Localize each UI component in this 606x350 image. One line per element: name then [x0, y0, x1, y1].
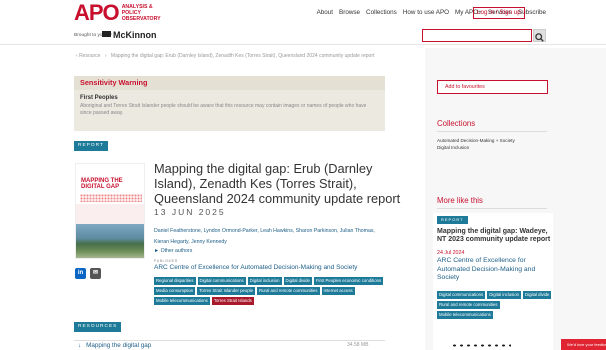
add-to-favourites-button[interactable]: Add to favourites [437, 80, 548, 94]
download-arrow-icon: ↓ [78, 342, 82, 349]
linkedin-icon: in [77, 270, 84, 276]
search-icon [535, 33, 544, 42]
more-divider [437, 208, 547, 209]
logo-subtitle: ANALYSIS & POLICY OBSERVATORY [121, 4, 161, 22]
search-input[interactable] [422, 29, 532, 42]
thumbnail-band [76, 204, 144, 224]
thumbnail-photo [76, 224, 144, 258]
breadcrumb: ‹ Resource › Mapping the digital gap: Er… [76, 53, 374, 59]
collections-list: Automated Decision-Making + Society Digi… [437, 137, 557, 151]
resources-tag: RESOURCES [74, 322, 122, 332]
other-authors-toggle[interactable]: ► Other authors [154, 248, 192, 254]
topic-chip[interactable]: Torres Strait Islands [211, 297, 254, 305]
topic-chip[interactable]: Regional disparities [154, 277, 196, 285]
resources-divider [74, 340, 385, 341]
collections-divider [437, 131, 547, 132]
card-tag: REPORT [437, 216, 468, 224]
report-thumbnail[interactable]: MAPPING THE DIGITAL GAP [75, 163, 145, 259]
nav-how-to-use[interactable]: How to use APO [403, 9, 449, 16]
publisher-label: PUBLISHER [154, 259, 178, 263]
topic-chip[interactable]: Digital inclusion [247, 277, 282, 285]
card-tags: Digital communications Digital inclusion D… [437, 291, 553, 319]
site-header: APO ANALYSIS & POLICY OBSERVATORY About … [0, 0, 606, 26]
collection-item[interactable]: Automated Decision-Making + Society [437, 137, 557, 144]
chevron-right-icon: › [104, 53, 107, 59]
card-publisher[interactable]: ARC Centre of Excellence for Automated D… [437, 257, 552, 283]
logo-wordmark: APO [74, 0, 120, 25]
email-share-button[interactable]: ✉ [90, 268, 101, 279]
card-topic-chip[interactable]: Digital communications [437, 291, 486, 299]
card-topic-chip[interactable]: Digital divide [523, 291, 552, 299]
nav-collections[interactable]: Collections [366, 9, 397, 16]
collections-heading: Collections [437, 119, 476, 128]
email-icon: ✉ [92, 270, 99, 276]
sensitivity-heading: Sensitivity Warning [74, 76, 385, 90]
nav-about[interactable]: About [317, 9, 333, 16]
report-date: 13 JUN 2025 [154, 207, 226, 217]
breadcrumb-current: Mapping the digital gap: Erub (Darnley I… [110, 53, 375, 59]
publisher-link[interactable]: ARC Centre of Excellence for Automated D… [154, 264, 357, 271]
card-topic-chip[interactable]: Digital inclusion [487, 291, 522, 299]
feedback-tab[interactable]: We'd love your feedback [561, 339, 606, 350]
sensitivity-text: Aboriginal and Torres Strait Islander pe… [80, 103, 367, 116]
carousel-dots[interactable] [451, 343, 511, 348]
sponsor-logo[interactable]: McKinnon [102, 30, 157, 40]
topic-chip[interactable]: Internet access [321, 287, 355, 295]
topic-chip[interactable]: Rural and remote communities [257, 287, 320, 295]
resource-file-size: 34.58 MB [347, 342, 369, 348]
card-title[interactable]: Mapping the digital gap: Wadeye, NT 2023… [437, 228, 552, 244]
topic-chip[interactable]: Torres Strait Islander people [197, 287, 256, 295]
resource-file-label: Mapping the digital gap [86, 342, 152, 349]
report-tag: REPORT [74, 141, 108, 151]
thumbnail-title: MAPPING THE DIGITAL GAP [81, 178, 123, 190]
sensitivity-warning: Sensitivity Warning First Peoples Aborig… [74, 76, 385, 131]
related-report-card[interactable]: REPORT Mapping the digital gap: Wadeye, … [433, 213, 553, 350]
more-like-this-heading: More like this [437, 196, 483, 205]
nav-browse[interactable]: Browse [339, 9, 360, 16]
topic-chip[interactable]: Digital communications [197, 277, 246, 285]
sensitivity-title: First Peoples [80, 95, 118, 101]
linkedin-share-button[interactable]: in [75, 268, 86, 279]
report-tags: Regional disparities Digital communicatio… [154, 277, 394, 305]
report-title: Mapping the digital gap: Erub (Darnley I… [154, 161, 401, 206]
login-button[interactable]: Log in / Sign up [473, 7, 525, 19]
card-topic-chip[interactable]: Rural and remote communities [437, 301, 500, 309]
topic-chip[interactable]: Mobile telecommunications [154, 297, 210, 305]
report-authors[interactable]: Daniel Featherstone, Lyndon Ormond-Parke… [154, 226, 384, 248]
search-button[interactable] [533, 29, 546, 42]
breadcrumb-home[interactable]: Resource [79, 53, 100, 59]
chevron-left-icon: ‹ [76, 53, 78, 59]
card-topic-chip[interactable]: Mobile telecommunications [437, 311, 493, 319]
card-date: 24 Jul 2024 [437, 250, 465, 256]
topic-chip[interactable]: First Peoples economic conditions [313, 277, 384, 285]
topic-chip[interactable]: Digital divide [283, 277, 312, 285]
collection-item[interactable]: Digital Inclusion [437, 144, 557, 151]
apo-logo[interactable]: APO ANALYSIS & POLICY OBSERVATORY [74, 2, 162, 24]
sponsor-brand: McKinnon [113, 30, 157, 40]
topic-chip[interactable]: Media consumption [154, 287, 196, 295]
mckinnon-icon [102, 31, 112, 37]
thumbnail-pattern [80, 194, 142, 202]
resource-download-link[interactable]: ↓ Mapping the digital gap [78, 342, 151, 349]
